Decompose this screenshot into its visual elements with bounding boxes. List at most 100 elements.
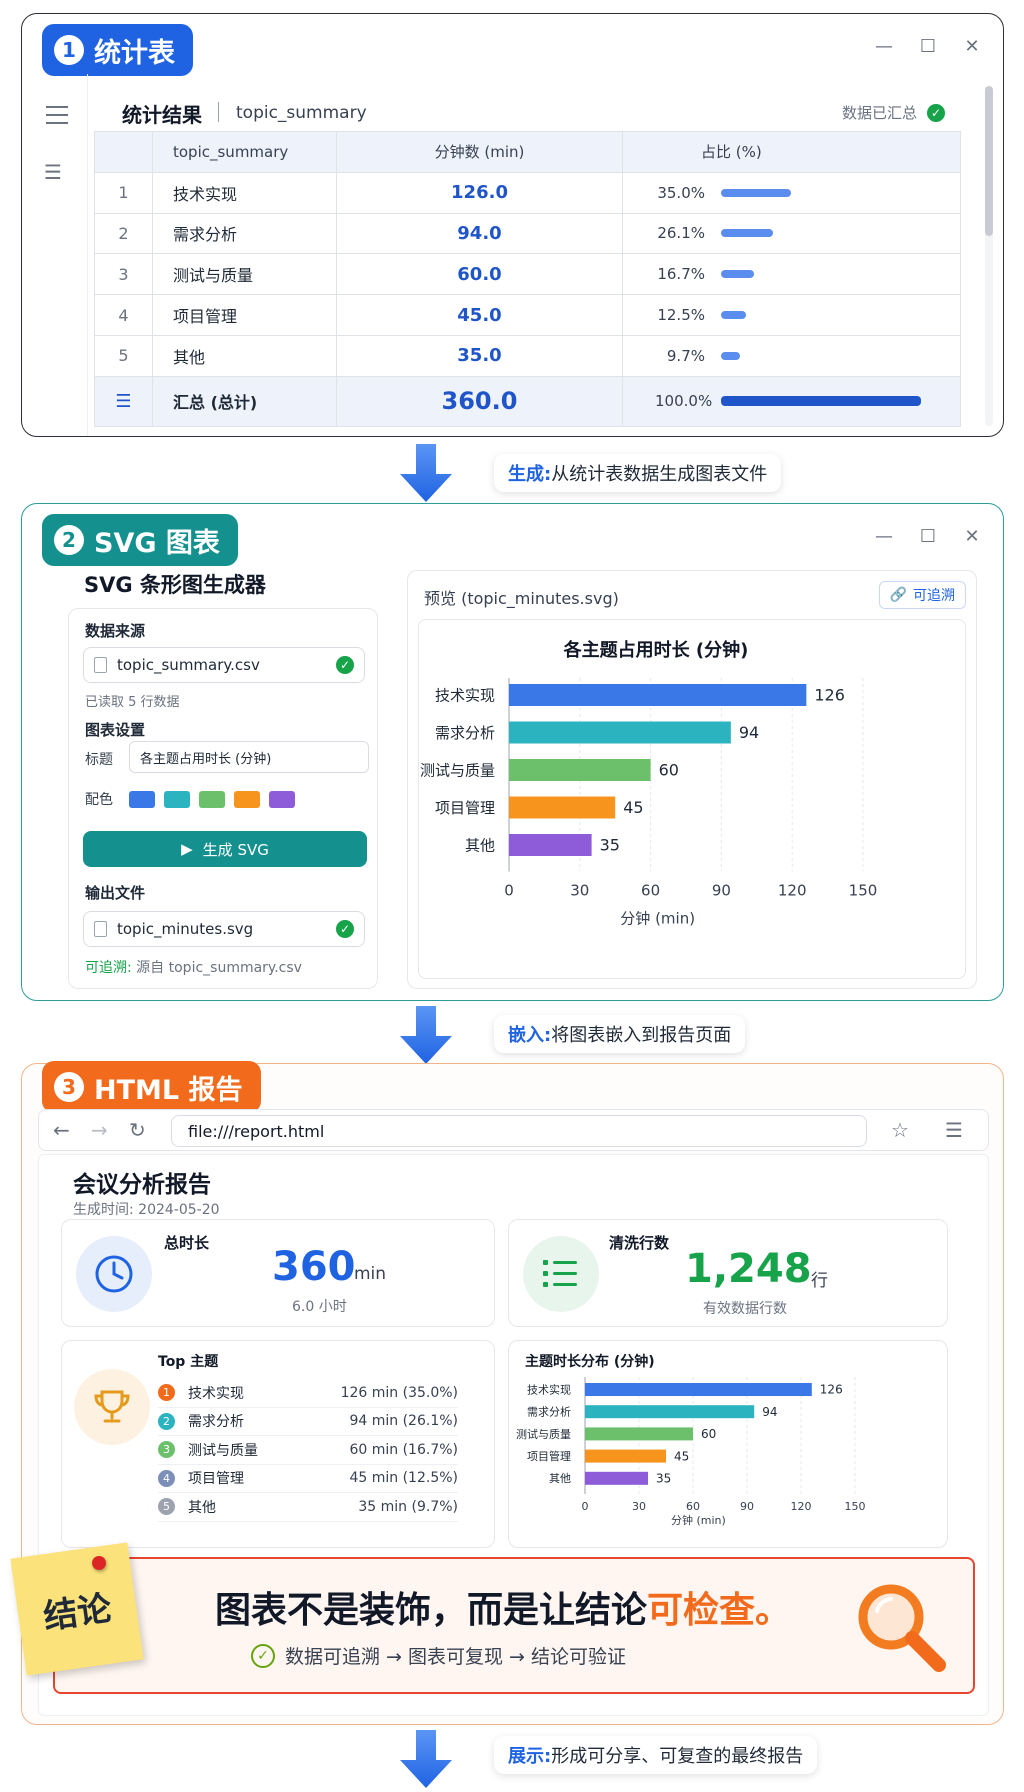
- category-label: 需求分析: [527, 1405, 571, 1419]
- x-tick-label: 90: [740, 1500, 754, 1513]
- bar-value-label: 94: [762, 1405, 777, 1419]
- category-label: 测试与质量: [516, 1428, 571, 1441]
- category-label: 其他: [465, 836, 495, 854]
- maximize-icon[interactable]: ☐: [919, 36, 937, 57]
- step-number: 3: [54, 1072, 84, 1102]
- report-window-title: HTML 报告: [94, 1074, 243, 1106]
- back-icon[interactable]: ←: [53, 1118, 70, 1142]
- percent-value: 16.7%: [657, 265, 705, 284]
- menu-icon[interactable]: [46, 106, 68, 130]
- generate-svg-label: 生成 SVG: [202, 840, 269, 859]
- top-topics-list: 1 技术实现 126 min (35.0%) 2 需求分析 94 min (26.1%) 3…: [158, 1379, 458, 1522]
- table-row[interactable]: 4 项目管理 45.0 12.5%: [94, 294, 961, 336]
- minutes-value: 45.0: [336, 294, 623, 336]
- bar: [509, 796, 616, 819]
- sidebar: ☰: [22, 74, 88, 436]
- stats-window-title: 统计表: [94, 37, 175, 69]
- color-swatch[interactable]: [234, 791, 260, 808]
- generate-svg-button[interactable]: ▶ 生成 SVG: [83, 831, 367, 867]
- link-icon: 🔗: [889, 587, 907, 603]
- x-axis-label: 分钟 (min): [620, 910, 695, 928]
- sticky-note-text: 结论: [41, 1587, 114, 1638]
- percent-bar: [721, 396, 921, 407]
- list-item: 4 项目管理 45 min (12.5%): [158, 1465, 458, 1493]
- trophy-icon: [74, 1369, 150, 1445]
- title-divider: [218, 102, 219, 122]
- table-row[interactable]: 3 测试与质量 60.0 16.7%: [94, 253, 961, 296]
- header-topic[interactable]: topic_summary: [152, 131, 337, 173]
- topic-name: 项目管理: [152, 294, 337, 336]
- source-file-name: topic_summary.csv: [117, 656, 260, 674]
- table-row[interactable]: 1 技术实现 126.0 35.0%: [94, 171, 961, 214]
- traceable-button[interactable]: 🔗 可追溯: [878, 581, 966, 609]
- page-title: 统计结果: [122, 103, 202, 127]
- color-swatch[interactable]: [164, 791, 190, 808]
- stats-table: topic_summary 分钟数 (min) 占比 (%) 1 技术实现 126.…: [94, 131, 961, 427]
- bar-value-label: 45: [674, 1449, 689, 1463]
- row-index: 5: [94, 334, 153, 377]
- title-label: 标题: [85, 752, 113, 768]
- reload-icon[interactable]: ↻: [129, 1118, 146, 1142]
- svg-window-badge: 2 SVG 图表: [42, 514, 238, 566]
- address-bar[interactable]: file:///report.html: [171, 1115, 867, 1147]
- header-minutes[interactable]: 分钟数 (min): [336, 131, 623, 173]
- header-percent[interactable]: 占比 (%): [622, 131, 961, 173]
- output-file-field[interactable]: topic_minutes.svg ✓: [83, 911, 365, 947]
- svg-chart-window: 2 SVG 图表 — ☐ ✕ SVG 条形图生成器 数据来源 topic_sum…: [21, 503, 1004, 1001]
- star-icon[interactable]: ☆: [891, 1118, 909, 1142]
- table-row[interactable]: 5 其他 35.0 9.7%: [94, 334, 961, 377]
- down-arrow-icon: [400, 1730, 452, 1788]
- annotation-key: 嵌入:: [508, 1025, 552, 1046]
- annotation-key: 展示:: [508, 1746, 552, 1767]
- report-title: 会议分析报告: [73, 1172, 211, 1198]
- topic-name: 技术实现: [188, 1385, 244, 1402]
- status-badge: 数据已汇总 ✓: [842, 102, 945, 123]
- color-swatch[interactable]: [199, 791, 225, 808]
- list-icon[interactable]: ☰: [44, 160, 62, 184]
- x-tick-label: 0: [504, 882, 514, 900]
- distribution-card: 主题时长分布 (分钟) 0 30 60 90 120 150 技术实现 126 需求分析 94 测试…: [508, 1340, 948, 1548]
- top-topics-label: Top 主题: [158, 1354, 219, 1370]
- source-file-field[interactable]: topic_summary.csv ✓: [83, 647, 365, 683]
- category-label: 项目管理: [527, 1449, 571, 1463]
- forward-icon[interactable]: →: [91, 1118, 108, 1142]
- close-icon[interactable]: ✕: [963, 526, 981, 547]
- status-text: 数据已汇总: [841, 104, 917, 122]
- clean-rows-sub: 有效数据行数: [703, 1301, 787, 1317]
- minimize-icon[interactable]: —: [875, 526, 893, 547]
- rank-badge: 1: [158, 1384, 175, 1402]
- total-duration-unit: min: [354, 1264, 387, 1284]
- preview-panel: 预览 (topic_minutes.svg) 🔗 可追溯 各主题占用时长 (分钟…: [407, 570, 977, 989]
- topic-minutes: 60 min (16.7%): [349, 1441, 458, 1458]
- down-arrow-icon: [400, 1006, 452, 1064]
- color-swatch[interactable]: [269, 791, 295, 808]
- bar: [509, 684, 807, 706]
- rank-badge: 3: [158, 1441, 175, 1459]
- color-swatch[interactable]: [129, 791, 155, 808]
- scrollbar[interactable]: [985, 86, 993, 426]
- sticky-note: 结论: [10, 1542, 144, 1676]
- topic-name: 需求分析: [188, 1414, 244, 1431]
- chart-title-input[interactable]: 各主题占用时长 (分钟): [129, 741, 369, 773]
- color-palette[interactable]: [129, 791, 295, 808]
- step-annotation-generate: 生成: 从统计表数据生成图表文件: [494, 454, 782, 492]
- topic-name: 项目管理: [188, 1471, 244, 1488]
- check-icon: ✓: [336, 656, 354, 674]
- conclusion-chain-text: 数据可追溯 → 图表可复现 → 结论可验证: [285, 1646, 626, 1668]
- topic-name: 技术实现: [152, 171, 337, 214]
- preview-title: 预览 (topic_minutes.svg): [424, 589, 619, 608]
- x-tick-label: 0: [582, 1500, 589, 1513]
- minimize-icon[interactable]: —: [875, 36, 893, 57]
- table-row[interactable]: 2 需求分析 94.0 26.1%: [94, 212, 961, 255]
- maximize-icon[interactable]: ☐: [919, 526, 937, 547]
- scrollbar-thumb[interactable]: [985, 86, 993, 236]
- file-icon: [94, 657, 107, 673]
- close-icon[interactable]: ✕: [963, 36, 981, 57]
- svg-window-title: SVG 图表: [94, 527, 220, 559]
- x-tick-label: 150: [845, 1500, 866, 1513]
- generator-title: SVG 条形图生成器: [84, 573, 266, 597]
- trace-key: 可追溯:: [85, 960, 132, 976]
- check-icon: ✓: [336, 920, 354, 938]
- output-file-name: topic_minutes.svg: [117, 920, 254, 938]
- menu-icon[interactable]: ☰: [945, 1118, 963, 1142]
